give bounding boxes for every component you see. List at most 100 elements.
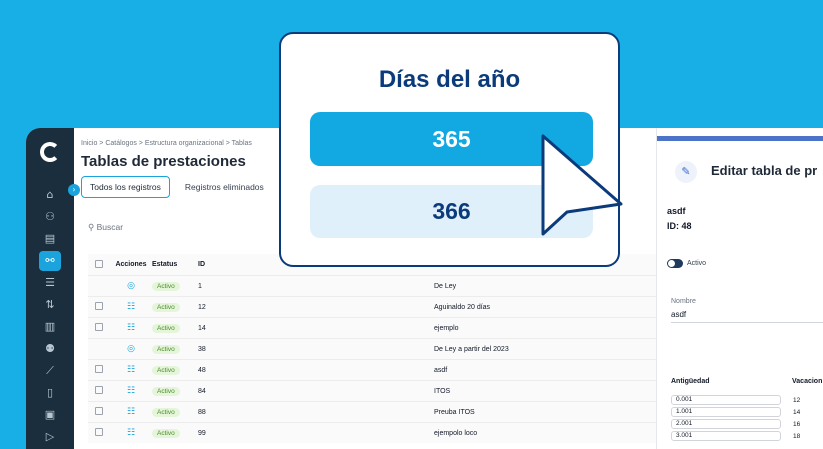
vacaciones-value: 12 — [793, 396, 801, 404]
nombre-label: Nombre — [671, 298, 696, 305]
row-name: ejempolo loco — [434, 429, 478, 437]
header-id: ID — [198, 261, 205, 268]
document-icon[interactable]: ▯ — [26, 382, 74, 404]
page-title: Tablas de prestaciones — [81, 153, 246, 170]
breadcrumb: Inicio > Catálogos > Estructura organiza… — [81, 140, 252, 147]
row-id: 88 — [198, 408, 206, 416]
transfer-icon[interactable]: ⇅ — [26, 294, 74, 316]
row-id: 99 — [198, 429, 206, 437]
header-acciones: Acciones — [115, 261, 147, 268]
folder-icon[interactable]: ▣ — [26, 404, 74, 426]
status-badge: Activo — [152, 407, 180, 417]
tab-registros-eliminados[interactable]: Registros eliminados — [176, 176, 273, 198]
id-card-icon[interactable]: ▤ — [26, 228, 74, 250]
row-id: 14 — [198, 324, 206, 332]
status-badge: Activo — [152, 302, 180, 312]
table-row[interactable]: ◎ Activo 38 De Ley a partir del 2023 — [88, 338, 666, 359]
actions-menu-icon[interactable]: ☷ — [110, 323, 152, 333]
antiguedad-input[interactable]: 2.001 — [671, 419, 781, 429]
row-checkbox[interactable] — [95, 407, 103, 415]
list-icon[interactable]: ☰ — [26, 272, 74, 294]
nombre-field[interactable]: asdf — [671, 310, 823, 323]
row-id: 38 — [198, 345, 206, 353]
antiguedad-input[interactable]: 1.001 — [671, 407, 781, 417]
table-row[interactable]: ☷ Activo 14 ejemplo — [88, 317, 666, 338]
active-toggle-label: Activo — [687, 260, 707, 267]
header-estatus: Estatus — [152, 261, 178, 268]
panel-title: Editar tabla de pr — [711, 163, 818, 178]
row-id: 48 — [198, 366, 206, 374]
antiguedad-row: 1.001 14 — [671, 406, 823, 418]
antiguedad-row: 0.001 12 — [671, 394, 823, 406]
status-badge: Activo — [152, 365, 180, 375]
table-row[interactable]: ☷ Activo 84 ITOS — [88, 380, 666, 401]
row-name: asdf — [434, 366, 448, 374]
row-id: 84 — [198, 387, 206, 395]
select-all-checkbox[interactable] — [95, 259, 103, 268]
records-table: Acciones Estatus ID ◎ Activo 1 De Ley ☷ Activ… — [88, 254, 666, 443]
tab-todos-los-registros[interactable]: Todos los registros — [81, 176, 170, 198]
row-checkbox[interactable] — [95, 365, 103, 373]
antiguedad-row: 2.001 16 — [671, 418, 823, 430]
antiguedad-row: 3.001 18 — [671, 430, 823, 442]
sidebar: C ⌂⚇▤⚯☰⇅▥⚉⟋▯▣▷ — [26, 128, 74, 449]
table-body: ◎ Activo 1 De Ley ☷ Activo 12 Aguinaldo 20 días… — [88, 275, 666, 443]
search-icon: ⚲ — [88, 222, 95, 232]
row-id: 12 — [198, 303, 206, 311]
antiguedad-table: 0.001 12 1.001 14 2.001 16 3.001 18 — [671, 394, 823, 442]
status-badge: Activo — [152, 428, 180, 438]
row-id: 1 — [198, 282, 202, 290]
pencil-icon: ✎ — [675, 161, 697, 183]
row-name: ejemplo — [434, 324, 459, 332]
logout-icon[interactable]: ▷ — [26, 426, 74, 448]
popup-title: Días del año — [378, 66, 521, 93]
eye-icon[interactable]: ◎ — [110, 344, 152, 354]
vacaciones-header: Vacacion — [792, 378, 823, 385]
status-badge: Activo — [152, 386, 180, 396]
actions-menu-icon[interactable]: ☷ — [110, 407, 152, 417]
users-icon[interactable]: ⚇ — [26, 206, 74, 228]
row-name: De Ley — [434, 282, 457, 290]
row-name: Preuba ITOS — [434, 408, 475, 416]
vacaciones-value: 18 — [793, 432, 801, 440]
status-badge: Activo — [152, 281, 180, 291]
vacaciones-value: 14 — [793, 408, 801, 416]
chart-icon[interactable]: ⟋ — [26, 360, 74, 382]
database-icon[interactable]: ▥ — [26, 316, 74, 338]
actions-menu-icon[interactable]: ☷ — [110, 365, 152, 375]
actions-menu-icon[interactable]: ☷ — [110, 302, 152, 312]
row-checkbox[interactable] — [95, 386, 103, 394]
table-row[interactable]: ◎ Activo 1 De Ley — [88, 275, 666, 296]
table-row[interactable]: ☷ Activo 12 Aguinaldo 20 días — [88, 296, 666, 317]
table-row[interactable]: ☷ Activo 99 ejempolo loco — [88, 422, 666, 443]
home-icon[interactable]: ⌂ — [26, 184, 74, 206]
panel-record-name: asdf — [667, 206, 686, 216]
status-badge: Activo — [152, 344, 180, 354]
table-row[interactable]: ☷ Activo 48 asdf — [88, 359, 666, 380]
org-chart-icon[interactable]: ⚯ — [26, 250, 74, 272]
search-placeholder: Buscar — [96, 222, 124, 232]
antiguedad-input[interactable]: 0.001 — [671, 395, 781, 405]
antiguedad-header: Antigüedad — [671, 378, 710, 385]
actions-menu-icon[interactable]: ☷ — [110, 428, 152, 438]
row-name: Aguinaldo 20 días — [434, 303, 491, 311]
tabs: Todos los registros Registros eliminados — [81, 176, 273, 198]
people-icon[interactable]: ⚉ — [26, 338, 74, 360]
eye-icon[interactable]: ◎ — [110, 281, 152, 291]
table-row[interactable]: ☷ Activo 88 Preuba ITOS — [88, 401, 666, 422]
row-name: De Ley a partir del 2023 — [434, 345, 509, 353]
row-checkbox[interactable] — [95, 302, 103, 310]
edit-panel: ✎ Editar tabla de pr asdf ID: 48 Activo … — [656, 128, 823, 449]
sidebar-icons: ⌂ ⚇ ▤ ⚯ ☰ ⇅ ▥ ⚉ ⟋ ▯ ▣ ▷ — [26, 184, 74, 448]
row-name: ITOS — [434, 387, 451, 395]
antiguedad-input[interactable]: 3.001 — [671, 431, 781, 441]
actions-menu-icon[interactable]: ☷ — [110, 386, 152, 396]
row-checkbox[interactable] — [95, 428, 103, 436]
vacaciones-value: 16 — [793, 420, 801, 428]
row-checkbox[interactable] — [95, 323, 103, 331]
status-badge: Activo — [152, 323, 180, 333]
active-toggle[interactable] — [667, 259, 683, 268]
cursor-arrow-icon — [541, 134, 623, 236]
logo: C — [40, 142, 60, 162]
panel-record-id: ID: 48 — [667, 221, 692, 231]
